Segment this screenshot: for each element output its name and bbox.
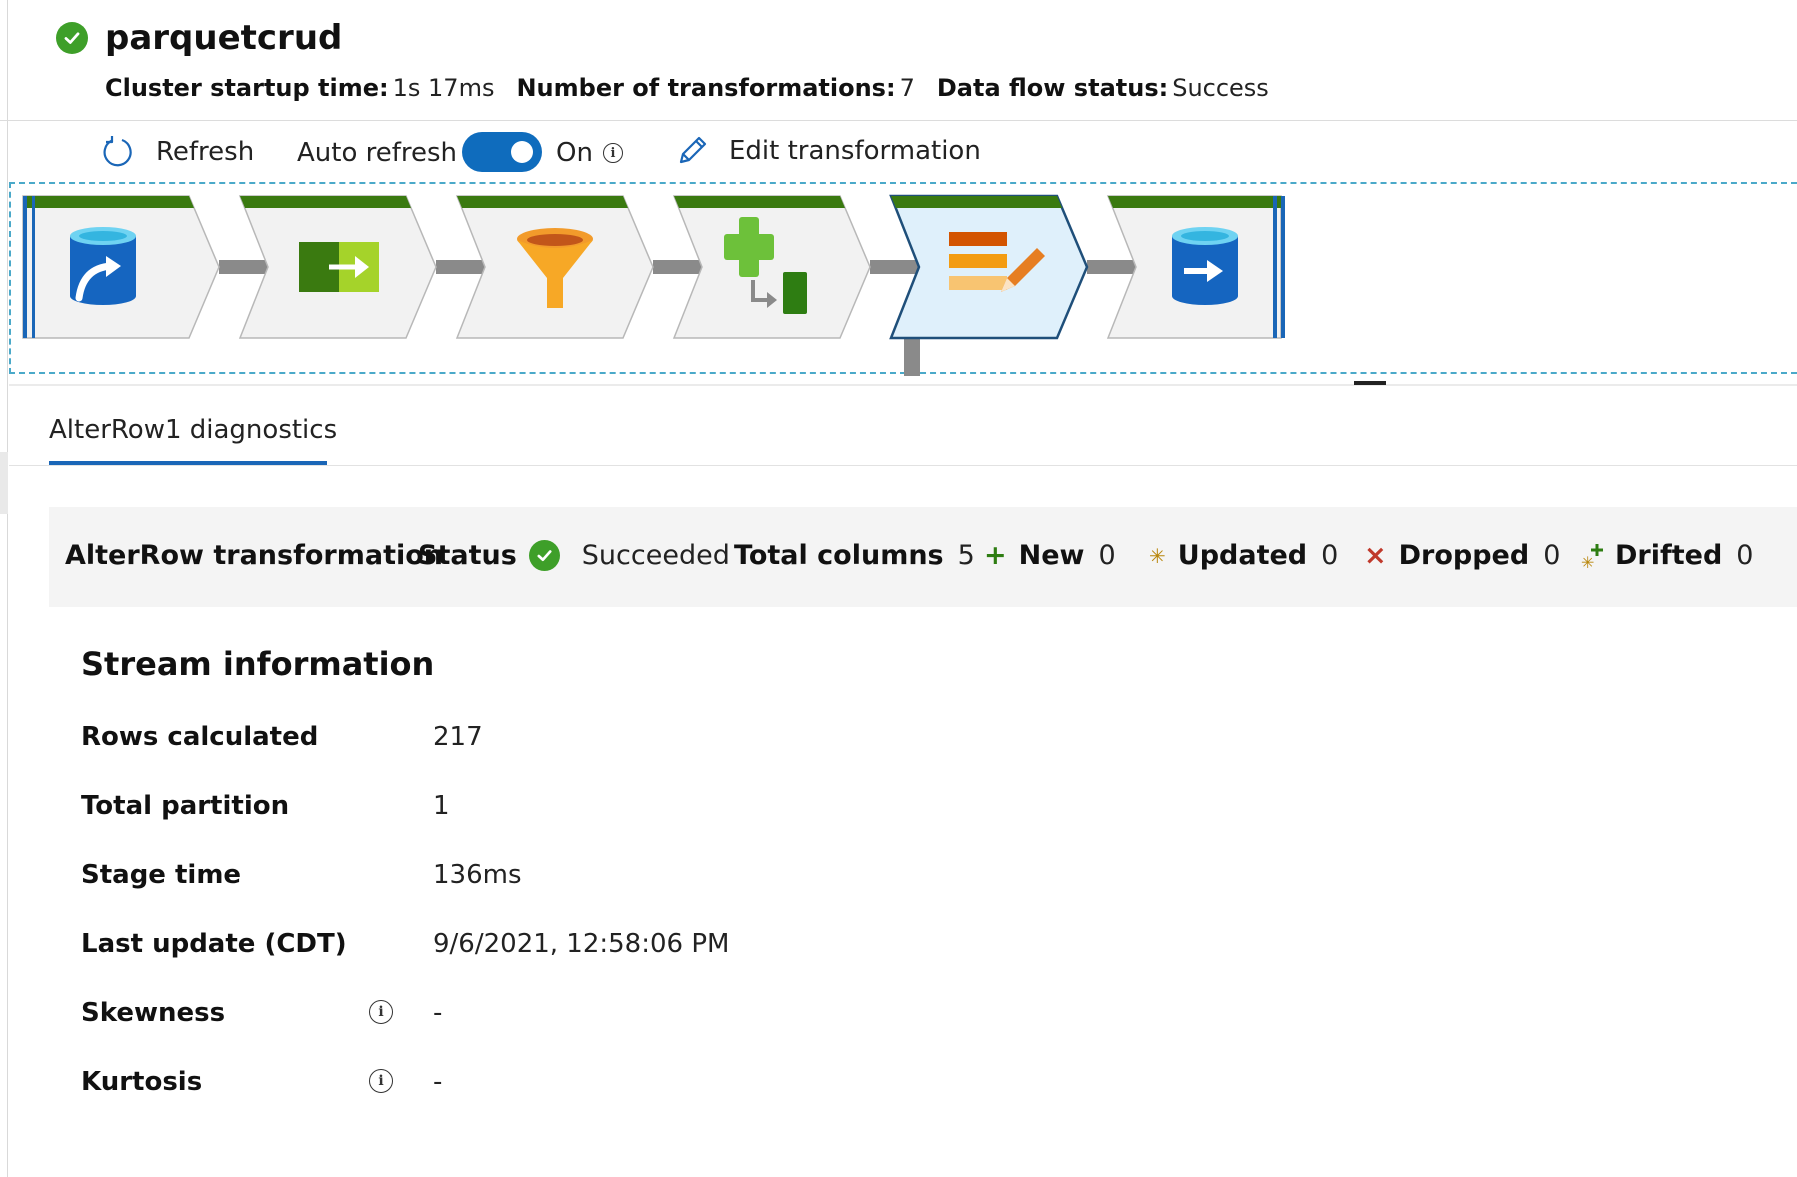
number-of-transformations: Number of transformations: 7: [516, 74, 915, 102]
drifted-icon: ✳: [1581, 543, 1603, 571]
auto-refresh-state-label: On: [556, 138, 593, 168]
tab-divider: [9, 465, 1797, 466]
run-metadata: Cluster startup time: 1s 17ms Number of t…: [105, 74, 1291, 102]
status-value: Succeeded: [581, 540, 730, 571]
success-check-icon: [528, 540, 560, 571]
auto-refresh-toggle[interactable]: [462, 132, 542, 172]
cluster-startup-time: Cluster startup time: 1s 17ms: [105, 74, 495, 102]
branch-connector: [904, 338, 920, 376]
refresh-label: Refresh: [156, 137, 255, 167]
toggle-knob: [511, 141, 533, 163]
transformation-type: AlterRow transformation: [65, 540, 443, 571]
dataflow-header: parquetcrud Cluster startup time: 1s 17ms…: [0, 0, 1797, 121]
auto-refresh-state: On i: [556, 138, 623, 168]
drifted-columns: ✳ Drifted 0: [1581, 540, 1754, 571]
dropped-columns: × Dropped 0: [1364, 540, 1561, 571]
total-columns: Total columns 5: [734, 540, 975, 571]
edit-transformation-label: Edit transformation: [729, 136, 981, 166]
refresh-button[interactable]: Refresh: [100, 134, 254, 170]
pencil-icon: [679, 136, 707, 164]
flow-node-select[interactable]: [238, 195, 437, 339]
status-summary: Status Succeeded: [418, 540, 730, 571]
close-icon: ×: [1364, 540, 1387, 571]
info-icon[interactable]: i: [369, 1000, 393, 1024]
stream-information-title: Stream information: [81, 645, 435, 683]
tab-alterrow1-diagnostics[interactable]: AlterRow1 diagnostics: [49, 415, 337, 445]
toolbar: Refresh Auto refresh On i Edit transform…: [0, 122, 1797, 184]
pane-resize-handle[interactable]: [0, 452, 8, 514]
flow-node-derived-column[interactable]: [672, 195, 871, 339]
info-icon[interactable]: i: [369, 1069, 393, 1093]
info-icon[interactable]: i: [602, 143, 623, 163]
sink-database-icon: [1172, 227, 1238, 305]
canvas-divider: [9, 384, 1797, 386]
edit-transformation-button[interactable]: Edit transformation: [675, 134, 981, 168]
dataflow-canvas[interactable]: [9, 182, 1797, 376]
asterisk-icon: ✳: [1149, 543, 1166, 568]
page-title: parquetcrud: [105, 18, 343, 58]
flow-node-source[interactable]: [22, 195, 220, 339]
select-transform-icon: [299, 242, 379, 292]
dataflow-diagram: [22, 194, 1285, 376]
updated-columns: ✳ Updated 0: [1149, 540, 1339, 571]
data-flow-status: Data flow status: Success: [936, 74, 1269, 102]
flow-node-alter-row[interactable]: [889, 194, 1089, 340]
flow-node-filter[interactable]: [455, 195, 654, 339]
panel-resize-grip[interactable]: [1354, 381, 1386, 385]
auto-refresh-label: Auto refresh: [297, 138, 458, 168]
plus-icon: +: [984, 540, 1007, 571]
new-columns: + New 0: [984, 540, 1116, 571]
source-database-icon: [70, 227, 136, 305]
transformation-summary: AlterRow transformation Status Succeeded…: [49, 507, 1797, 607]
refresh-icon: [103, 136, 132, 167]
success-check-icon: [56, 22, 88, 54]
svg-text:✳: ✳: [1581, 553, 1594, 571]
title-row: parquetcrud: [56, 18, 342, 58]
